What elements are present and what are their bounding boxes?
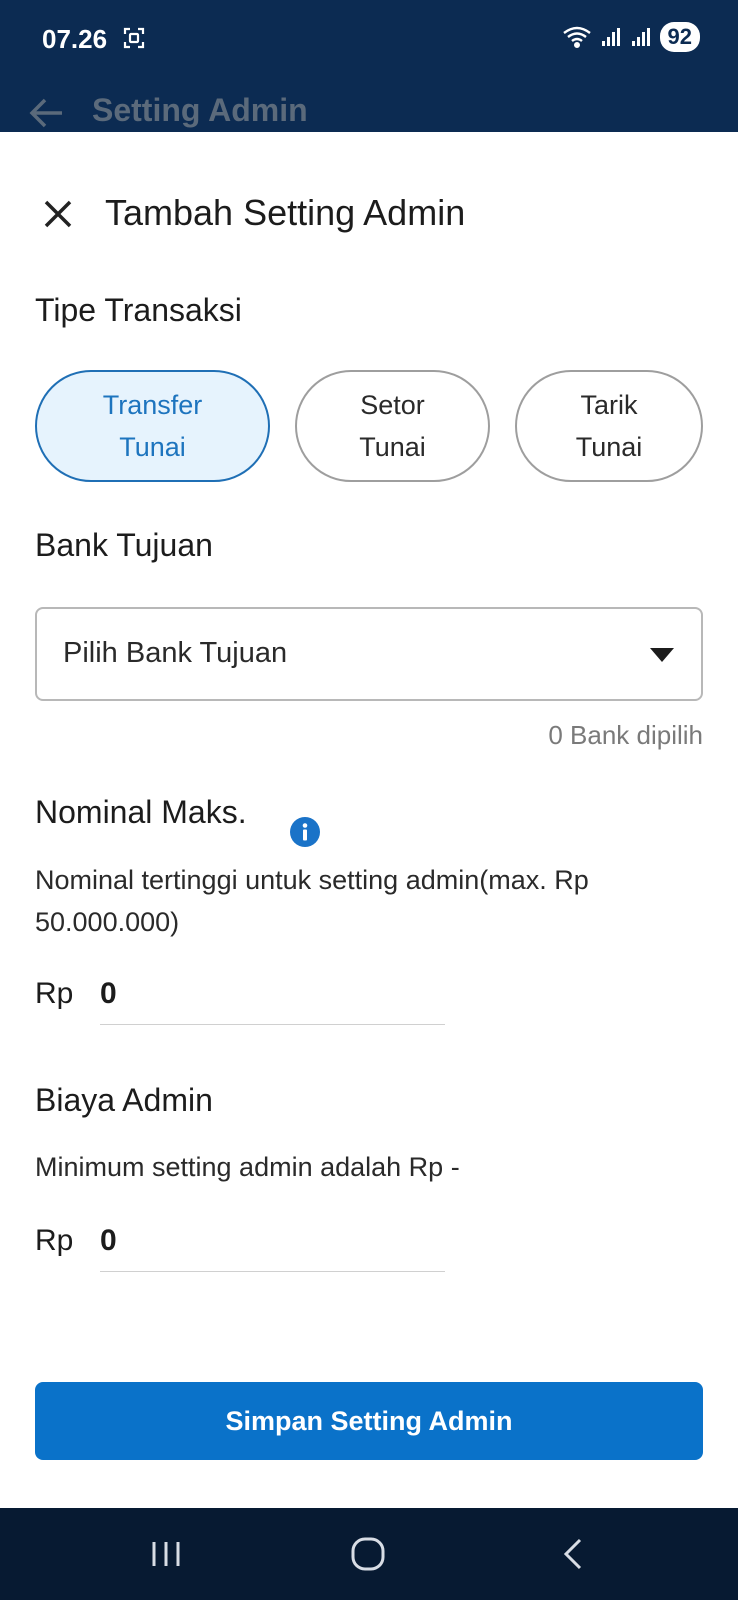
signal-icon bbox=[630, 26, 652, 48]
bank-tujuan-label: Bank Tujuan bbox=[35, 527, 213, 563]
status-indicators: 92 bbox=[562, 22, 700, 52]
chip-line2: Tunai bbox=[575, 432, 643, 462]
battery-badge: 92 bbox=[659, 22, 700, 52]
chip-setor-tunai[interactable]: Setor Tunai bbox=[295, 370, 490, 482]
nominal-maks-input[interactable]: 0 bbox=[100, 969, 445, 1025]
bank-tujuan-dropdown[interactable]: Pilih Bank Tujuan bbox=[35, 607, 703, 701]
caret-down-icon bbox=[649, 647, 675, 663]
signal-icon bbox=[600, 26, 622, 48]
app-bar: Setting Admin bbox=[0, 78, 738, 132]
home-icon[interactable] bbox=[348, 1536, 388, 1572]
bank-tujuan-placeholder: Pilih Bank Tujuan bbox=[63, 637, 288, 669]
wifi-icon bbox=[562, 25, 592, 49]
biaya-admin-label: Biaya Admin bbox=[35, 1082, 213, 1118]
transaction-type-label: Tipe Transaksi bbox=[35, 292, 242, 328]
back-arrow-icon bbox=[28, 96, 66, 130]
chip-line2: Tunai bbox=[359, 432, 426, 462]
chip-tarik-tunai[interactable]: Tarik Tunai bbox=[515, 370, 703, 482]
chip-line1: Tarik bbox=[580, 390, 638, 420]
navigation-bar bbox=[0, 1508, 738, 1600]
close-icon[interactable] bbox=[40, 196, 76, 232]
bank-selected-count: 0 Bank dipilih bbox=[548, 720, 703, 750]
save-button[interactable]: Simpan Setting Admin bbox=[35, 1382, 703, 1460]
nominal-maks-label: Nominal Maks. bbox=[35, 794, 247, 830]
status-bar: 07.26 92 bbox=[0, 0, 738, 78]
chip-line1: Transfer bbox=[102, 390, 203, 420]
status-time: 07.26 bbox=[42, 24, 108, 54]
chip-transfer-tunai[interactable]: Transfer Tunai bbox=[35, 370, 270, 482]
biaya-currency: Rp bbox=[35, 1224, 74, 1257]
add-setting-sheet: Tambah Setting Admin Tipe Transaksi Tran… bbox=[0, 132, 738, 1508]
nominal-currency: Rp bbox=[35, 977, 74, 1010]
back-icon[interactable] bbox=[556, 1536, 596, 1572]
recents-icon[interactable] bbox=[146, 1536, 186, 1572]
sheet-title: Tambah Setting Admin bbox=[105, 192, 466, 233]
screenshot-icon bbox=[122, 26, 146, 50]
nominal-maks-helper: Nominal tertinggi untuk setting admin(ma… bbox=[35, 865, 589, 937]
chip-line2: Tunai bbox=[119, 432, 186, 462]
app-bar-title: Setting Admin bbox=[92, 92, 308, 128]
biaya-admin-helper: Minimum setting admin adalah Rp - bbox=[35, 1152, 460, 1182]
info-icon[interactable] bbox=[290, 817, 320, 847]
biaya-admin-input[interactable]: 0 bbox=[100, 1216, 445, 1272]
chip-line1: Setor bbox=[360, 390, 425, 420]
